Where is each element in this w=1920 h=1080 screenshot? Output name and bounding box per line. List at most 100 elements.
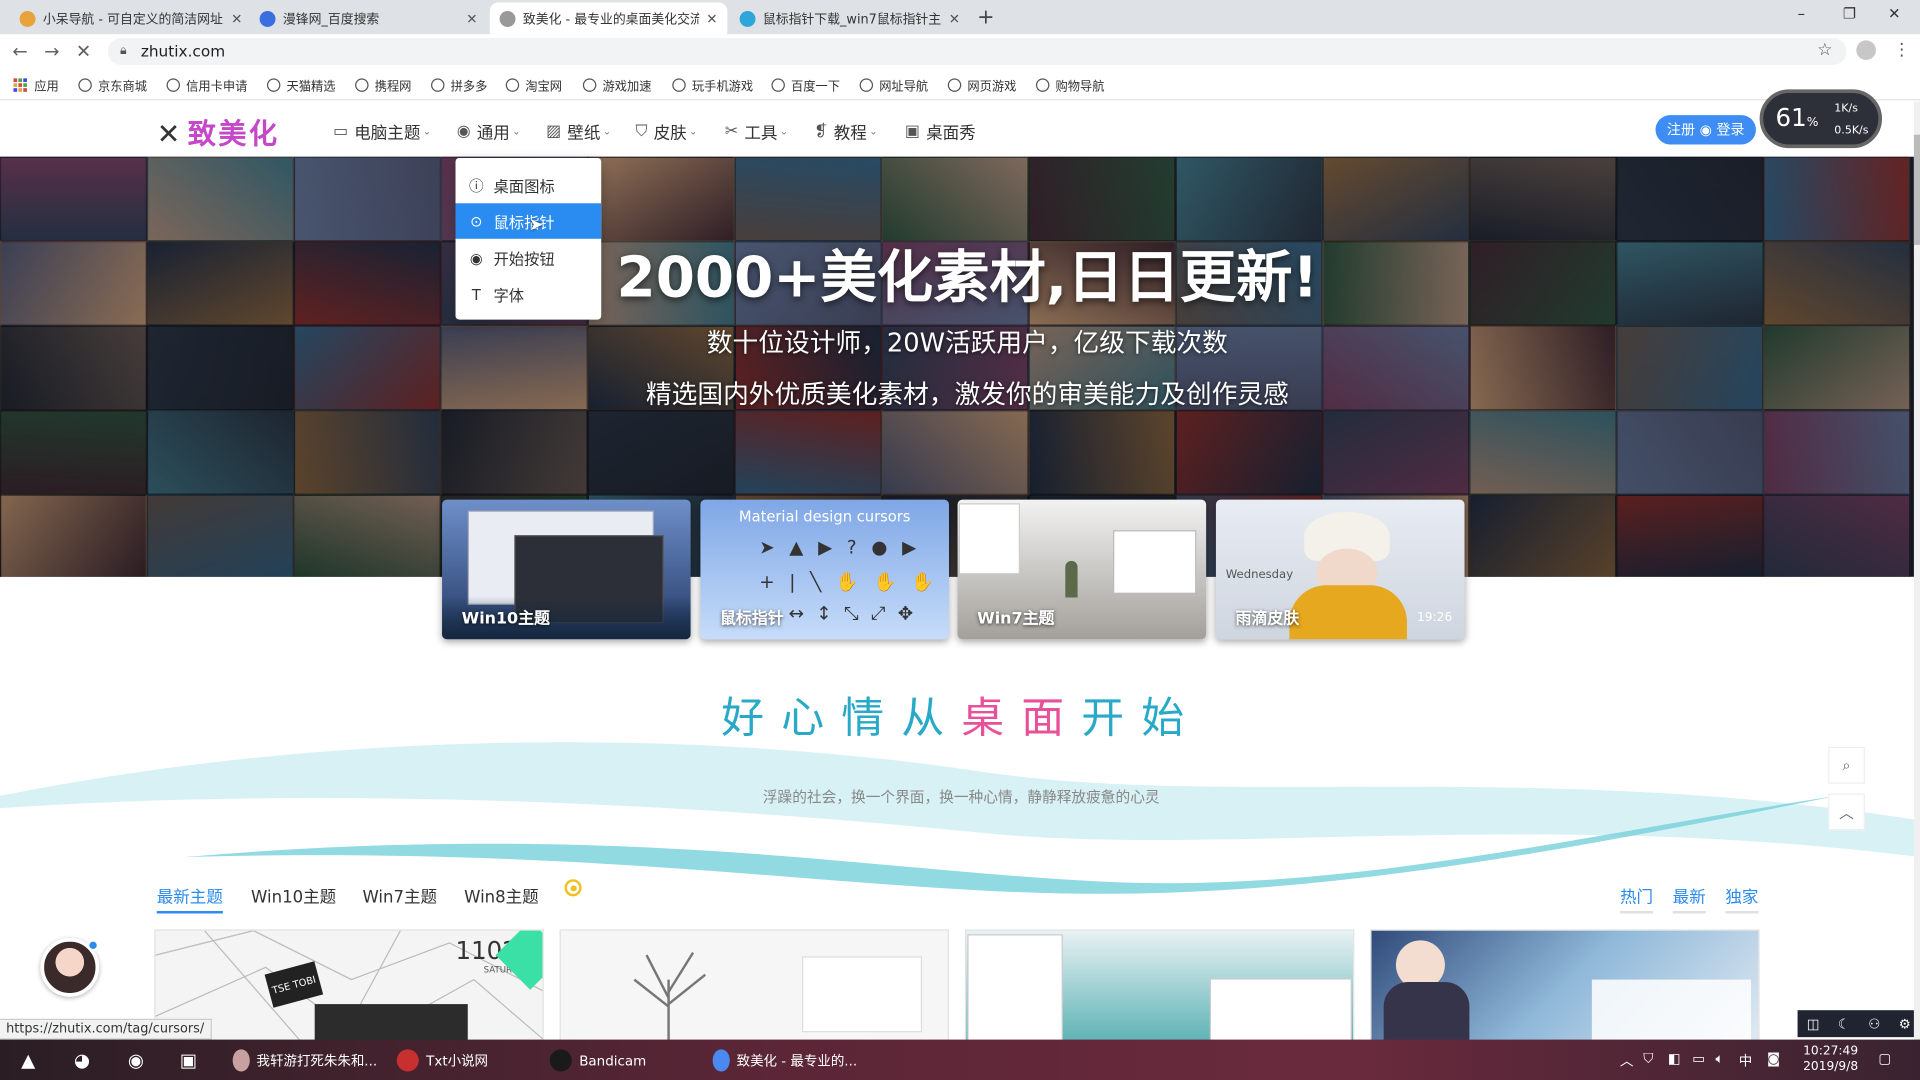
theme-thumb-3[interactable]: [964, 929, 1355, 1043]
taskbar-item-3[interactable]: Bandicam: [542, 1044, 696, 1076]
tab-favicon-icon: [19, 10, 36, 27]
theme-thumb-1[interactable]: 1102 SATURDAY TSE TOBI: [154, 929, 544, 1043]
nav-5[interactable]: ✂ 工具 ⌄: [725, 119, 788, 143]
font-icon: T: [471, 285, 481, 304]
content-tab-2[interactable]: Win10主题: [251, 883, 336, 911]
bookmark-item[interactable]: 网址导航: [859, 75, 928, 95]
globe-icon: [771, 77, 785, 92]
tray-expand-icon[interactable]: ︿: [1620, 1051, 1633, 1071]
menu-kebab-icon[interactable]: ⋮: [1893, 40, 1910, 60]
pinned-app-icon[interactable]: ◕: [66, 1044, 98, 1076]
tab-favicon-icon: [259, 10, 276, 27]
bookmark-item[interactable]: 京东商城: [78, 75, 147, 95]
shirt-icon: ⛉: [635, 121, 648, 141]
sort-tab-2[interactable]: 最新: [1672, 883, 1706, 914]
gear-icon[interactable]: ⚙: [1899, 1016, 1911, 1032]
tab-close-icon[interactable]: ✕: [231, 10, 242, 26]
minimize-button[interactable]: –: [1798, 5, 1805, 22]
network-icon[interactable]: ▭: [1692, 1051, 1705, 1067]
close-window-button[interactable]: ✕: [1888, 5, 1900, 22]
hero-title: 2000+美化素材,日日更新!: [616, 243, 1319, 310]
system-clock[interactable]: 10:27:49 2019/9/8: [1800, 1043, 1861, 1075]
browser-tab-2[interactable]: 漫锋网_百度搜索 ✕: [250, 2, 488, 34]
ime-indicator[interactable]: 中: [1739, 1051, 1752, 1071]
back-icon[interactable]: ←: [12, 40, 27, 62]
theme-thumb-2[interactable]: [559, 929, 949, 1043]
nav-4[interactable]: ⛉ 皮肤 ⌄: [636, 119, 698, 143]
bookmark-item[interactable]: 天猫精选: [266, 75, 336, 95]
theme-thumb-4[interactable]: [1370, 929, 1760, 1043]
site-logo[interactable]: ✕ 致美化: [157, 110, 280, 152]
dropdown-item-1[interactable]: ⓘ 桌面图标: [456, 168, 602, 204]
search-icon[interactable]: ⌕: [1828, 746, 1865, 784]
bookmark-item[interactable]: 玩手机游戏: [672, 75, 753, 95]
tab-close-icon[interactable]: ✕: [949, 10, 960, 26]
cursor-arrows-icon: ↔↕⤡⤢✥: [788, 602, 926, 625]
stop-loading-icon[interactable]: ✕: [76, 40, 91, 62]
browser-tab-3[interactable]: 致美化 - 最专业的桌面美化交流 ✕: [489, 2, 728, 35]
bookmark-item[interactable]: 拼多多: [431, 75, 487, 95]
taskbar-item-1[interactable]: 我轩游打死朱朱和...: [225, 1044, 384, 1076]
bookmark-apps[interactable]: 应用: [13, 75, 59, 95]
new-tab-button[interactable]: +: [977, 5, 994, 29]
scrollbar-thumb[interactable]: [1913, 134, 1920, 245]
qq-icon[interactable]: ◙: [1767, 1051, 1780, 1067]
users-icon[interactable]: ⚇: [1868, 1016, 1880, 1032]
notification-icon[interactable]: ▢: [1878, 1051, 1891, 1067]
dropdown-item-4[interactable]: T 字体: [456, 277, 602, 313]
nav-6[interactable]: ❡ 教程 ⌄: [814, 119, 877, 143]
sort-tab-1[interactable]: 热门: [1620, 883, 1654, 914]
netease-music-icon[interactable]: ◉: [120, 1044, 152, 1076]
tray-app-icon[interactable]: ◧: [1668, 1051, 1681, 1067]
forward-icon[interactable]: →: [44, 40, 59, 62]
taskbar-item-4[interactable]: 致美化 - 最专业的...: [705, 1044, 864, 1076]
dropdown-item-3[interactable]: ◉ 开始按钮: [456, 240, 602, 276]
bookmark-item[interactable]: 购物导航: [1035, 75, 1104, 95]
content-tab-4[interactable]: Win8主题: [464, 883, 539, 911]
taskbar-item-2[interactable]: Txt小说网: [389, 1044, 524, 1076]
tools-icon: ✂: [724, 121, 739, 141]
chevron-down-icon: ⌄: [689, 125, 698, 137]
browser-tab-4[interactable]: 鼠标指针下载_win7鼠标指针主题 ✕: [730, 2, 970, 34]
nav-7[interactable]: ▣ 桌面秀: [905, 119, 976, 143]
app-icon: [232, 1049, 250, 1072]
register-login-button[interactable]: 注册 ◉ 登录: [1655, 115, 1756, 145]
sort-tab-3[interactable]: 独家: [1725, 883, 1759, 914]
nav-3[interactable]: ▨ 壁纸 ⌄: [546, 119, 611, 143]
card-win7[interactable]: Win7主题: [957, 499, 1207, 640]
browser-tab-1[interactable]: 小呆导航 - 可自定义的简洁网址 ✕: [10, 2, 252, 34]
card-win10[interactable]: Win10主题: [442, 499, 691, 640]
maximize-button[interactable]: ❐: [1843, 5, 1856, 22]
tab-close-icon[interactable]: ✕: [466, 10, 477, 26]
hero-subtitle-2: 精选国内外优质美化素材，激发你的审美能力及创作灵感: [645, 379, 1289, 409]
card-rainmeter[interactable]: Wednesday 19:26 雨滴皮肤: [1215, 499, 1465, 640]
globe-icon: [166, 77, 181, 92]
profile-icon[interactable]: [1856, 40, 1876, 61]
tab-close-icon[interactable]: ✕: [706, 10, 717, 26]
bookmark-item[interactable]: 信用卡申请: [166, 75, 247, 95]
book-icon[interactable]: ◫: [1807, 1016, 1820, 1032]
shield-icon[interactable]: ⛉: [1643, 1051, 1653, 1068]
bookmark-item[interactable]: 百度一下: [771, 75, 840, 95]
nav-2[interactable]: ◉ 通用 ⌄: [457, 119, 521, 143]
nav-1[interactable]: ▭ 电脑主题 ⌄: [333, 119, 431, 143]
content-tab-3[interactable]: Win7主题: [362, 883, 437, 911]
bookmark-item[interactable]: 携程网: [355, 75, 411, 95]
ico-icon: ⓘ: [468, 177, 484, 195]
star-icon[interactable]: ☆: [1817, 40, 1832, 60]
store-icon[interactable]: ▣: [173, 1044, 205, 1076]
card-cursors[interactable]: Material design cursors ➤▲▶?●▶ +|╲✋✋✋ ↔↕…: [700, 499, 949, 640]
content-tab-1[interactable]: 最新主题: [156, 883, 223, 914]
bookmark-item[interactable]: 游戏加速: [582, 75, 651, 95]
address-bar[interactable]: [107, 37, 1847, 65]
start-menu-icon[interactable]: ▲: [12, 1044, 44, 1076]
bookmark-item[interactable]: 淘宝网: [505, 75, 562, 95]
scroll-top-icon[interactable]: ︿: [1828, 793, 1865, 831]
volume-icon[interactable]: 🔈︎: [1716, 1051, 1724, 1068]
book-icon: ❡: [814, 121, 828, 141]
start-button-icon: ◉: [469, 249, 483, 267]
url-text[interactable]: zhutix.com: [141, 42, 225, 60]
moon-icon[interactable]: ☾: [1838, 1016, 1850, 1032]
bookmark-item[interactable]: 网页游戏: [947, 75, 1016, 95]
more-tabs-icon[interactable]: [564, 879, 582, 897]
